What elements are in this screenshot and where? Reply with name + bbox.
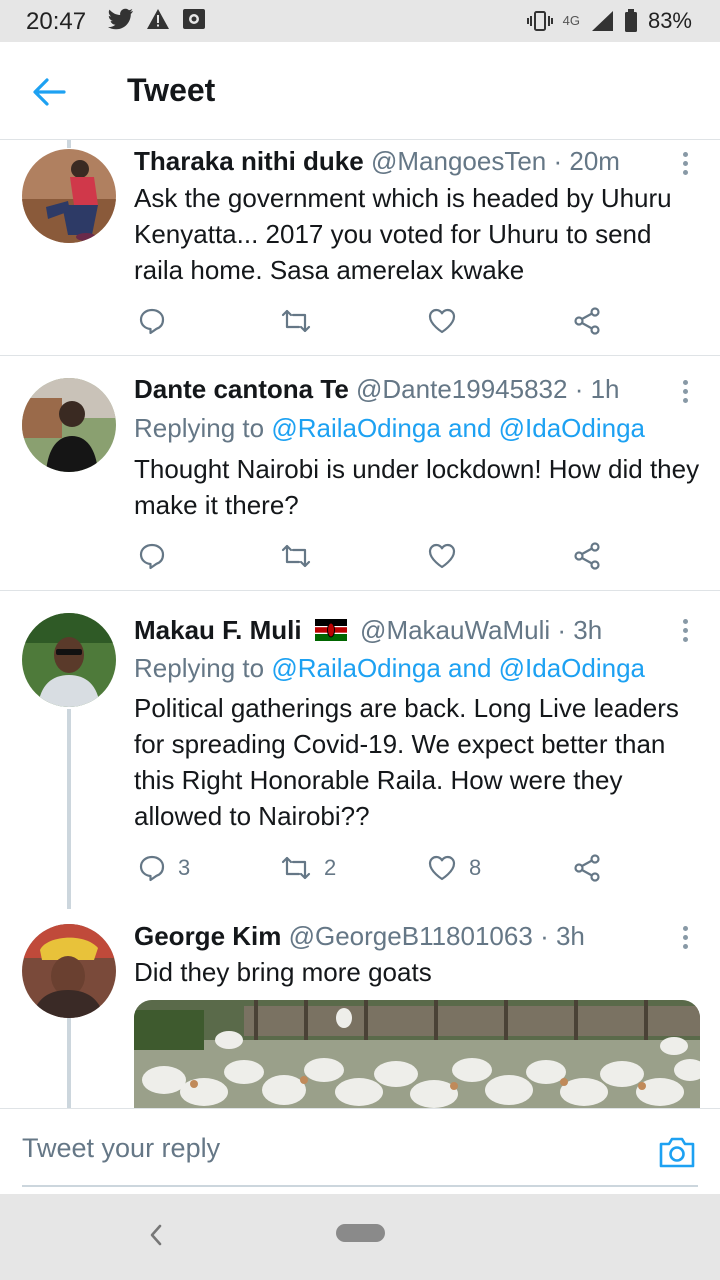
signal-icon <box>591 11 613 31</box>
avatar[interactable] <box>22 149 116 243</box>
author-handle[interactable]: @Dante19945832 <box>356 374 567 404</box>
reply-button[interactable] <box>138 304 178 338</box>
tweet-media-photo[interactable] <box>134 1000 700 1108</box>
author-handle[interactable]: @GeorgeB11801063 <box>289 921 533 951</box>
retweet-icon <box>281 544 311 568</box>
reply-composer <box>0 1108 720 1194</box>
like-icon <box>428 543 456 569</box>
avatar[interactable] <box>22 924 116 1018</box>
share-icon <box>574 854 600 882</box>
battery-icon <box>624 9 637 32</box>
like-count: 8 <box>469 855 482 880</box>
share-icon <box>574 542 600 570</box>
retweet-icon <box>281 309 311 333</box>
share-button[interactable] <box>572 851 602 885</box>
author-handle[interactable]: @MangoesTen <box>371 146 546 176</box>
network-type: 4G <box>562 13 580 28</box>
vibrate-icon <box>526 11 553 31</box>
share-button[interactable] <box>572 304 602 338</box>
share-icon <box>574 307 600 335</box>
tweet-time: · 3h <box>540 921 585 951</box>
tweet-text: Political gatherings are back. Long Live… <box>134 693 679 831</box>
system-nav-bar <box>0 1194 720 1280</box>
author-name[interactable]: Tharaka nithi duke <box>134 146 364 176</box>
like-button[interactable] <box>427 304 469 338</box>
more-options-button[interactable] <box>680 150 690 178</box>
more-options-button[interactable] <box>680 924 690 952</box>
tweet-3[interactable]: Makau F. Muli @MakauWaMuli · 3h Replying… <box>0 591 720 909</box>
retweet-button[interactable] <box>280 539 324 573</box>
tweet-actions <box>134 539 634 573</box>
thread-line <box>67 140 71 148</box>
author-handle[interactable]: @MakauWaMuli <box>360 615 550 645</box>
more-options-button[interactable] <box>680 378 690 406</box>
reply-button[interactable]: 3 <box>138 851 190 885</box>
reply-input-underline <box>22 1185 698 1187</box>
twitter-bird-icon <box>108 8 133 30</box>
camera-icon <box>659 1137 695 1168</box>
replying-to: Replying to @RailaOdinga and @IdaOdinga <box>134 653 645 684</box>
avatar[interactable] <box>22 378 116 472</box>
retweet-count: 2 <box>324 855 337 880</box>
nav-home-pill[interactable] <box>336 1224 385 1242</box>
page-title: Tweet <box>127 72 216 108</box>
tweet-actions <box>134 304 634 338</box>
reply-icon <box>139 543 165 570</box>
reply-icon <box>139 855 165 882</box>
tweet-header: Makau F. Muli @MakauWaMuli · 3h <box>134 615 602 646</box>
tweet-header: George Kim @GeorgeB11801063 · 3h <box>134 921 585 952</box>
alert-icon <box>147 9 169 29</box>
share-button[interactable] <box>572 539 602 573</box>
author-name[interactable]: Makau F. Muli <box>134 615 302 645</box>
author-name[interactable]: Dante cantona Te <box>134 374 349 404</box>
tweet-header: Dante cantona Te @Dante19945832 · 1h <box>134 374 620 405</box>
back-button[interactable] <box>28 74 68 110</box>
reply-count: 3 <box>178 855 191 880</box>
kenya-flag-icon <box>314 619 347 642</box>
author-name[interactable]: George Kim <box>134 921 281 951</box>
retweet-button[interactable] <box>280 304 324 338</box>
reply-icon <box>139 308 165 335</box>
replying-to-users-link[interactable]: @RailaOdinga and @IdaOdinga <box>271 653 645 683</box>
tweet-2[interactable]: Dante cantona Te @Dante19945832 · 1h Rep… <box>0 356 720 591</box>
image-icon <box>183 9 205 29</box>
tweet-text: Did they bring more goats <box>134 957 432 987</box>
thread-line <box>67 1017 71 1108</box>
nav-back-button[interactable] <box>146 1222 166 1248</box>
tweet-text: Ask the government which is headed by Uh… <box>134 183 672 285</box>
tweet-actions: 3 2 8 <box>134 851 634 885</box>
nav-back-icon <box>150 1224 162 1246</box>
status-right-icons: 4G 83% <box>526 8 692 34</box>
status-notification-icons <box>108 8 206 30</box>
tweet-time: · 20m <box>553 146 620 176</box>
like-icon <box>428 308 456 334</box>
header: Tweet <box>0 42 720 140</box>
replying-to: Replying to @RailaOdinga and @IdaOdinga <box>134 413 645 444</box>
retweet-icon <box>281 856 311 880</box>
replying-to-prefix: Replying to <box>134 653 265 683</box>
thread-line <box>67 709 71 909</box>
avatar[interactable] <box>22 613 116 707</box>
status-bar: 20:47 4G 83% <box>0 0 720 42</box>
arrow-left-icon <box>33 78 66 106</box>
status-time: 20:47 <box>26 8 87 35</box>
like-button[interactable]: 8 <box>427 851 481 885</box>
tweet-text: Thought Nairobi is under lockdown! How d… <box>134 454 700 520</box>
tweet-1[interactable]: Tharaka nithi duke @MangoesTen · 20m Ask… <box>0 140 720 356</box>
like-button[interactable] <box>427 539 469 573</box>
reply-button[interactable] <box>138 539 178 573</box>
tweet-time: · 1h <box>574 374 620 404</box>
replying-to-users-link[interactable]: @RailaOdinga and @IdaOdinga <box>271 413 645 443</box>
more-options-button[interactable] <box>680 617 690 645</box>
replying-to-prefix: Replying to <box>134 413 265 443</box>
reply-input[interactable] <box>22 1133 622 1164</box>
camera-button[interactable] <box>658 1135 696 1169</box>
battery-percent: 83% <box>647 8 692 33</box>
goats-photo <box>134 1000 700 1108</box>
tweet-header: Tharaka nithi duke @MangoesTen · 20m <box>134 146 620 177</box>
tweet-time: · 3h <box>557 615 603 645</box>
retweet-button[interactable]: 2 <box>280 851 336 885</box>
like-icon <box>428 855 456 881</box>
